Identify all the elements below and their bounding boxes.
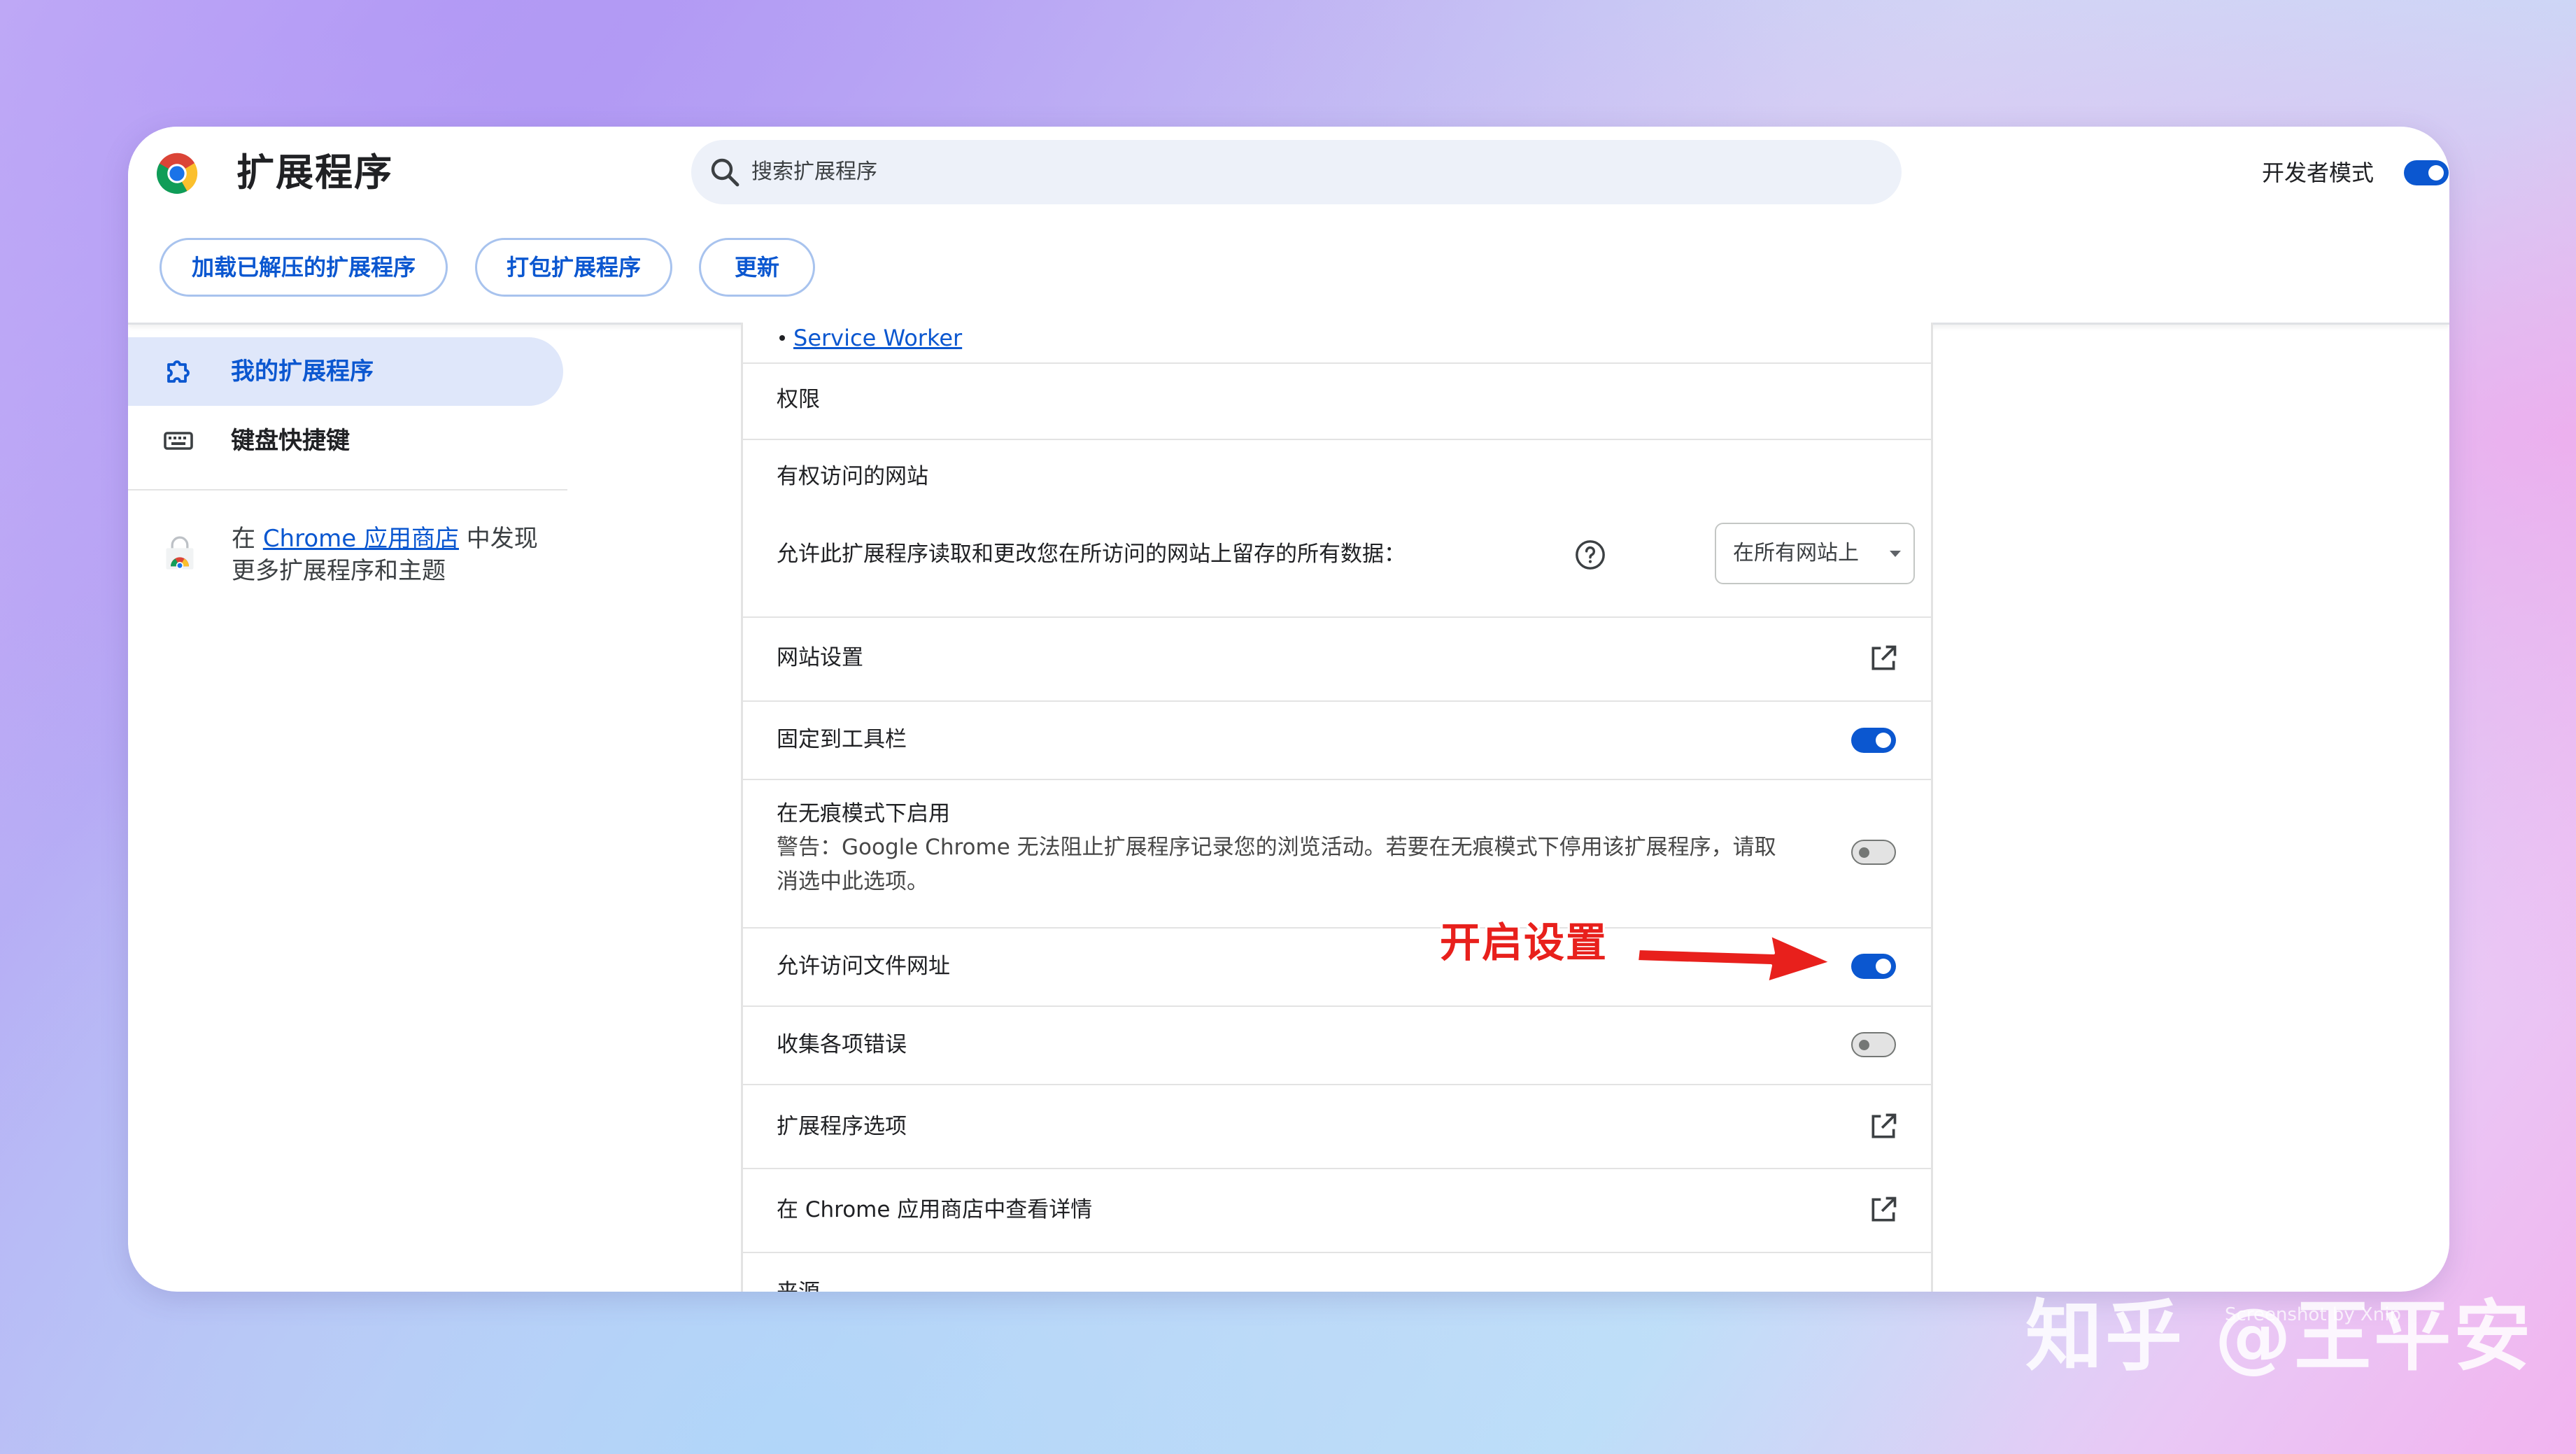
extension-icon (167, 360, 190, 383)
incognito-row: 在无痕模式下启用 警告：Google Chrome 无法阻止扩展程序记录您的浏览… (743, 779, 1931, 929)
update-button[interactable]: 更新 (699, 238, 815, 297)
permissions-label: 权限 (777, 387, 820, 412)
chrome-web-store-icon (166, 536, 194, 570)
screenshot-watermark: Screenshot by Xnip (2225, 1304, 2401, 1325)
help-icon[interactable] (1574, 539, 1606, 571)
incognito-warning: 警告：Google Chrome 无法阻止扩展程序记录您的浏览活动。若要在无痕模… (777, 831, 1847, 899)
extension-options-row[interactable]: 扩展程序选项 (743, 1084, 1931, 1169)
red-arrow-icon (1636, 933, 1833, 984)
web-store-promo: 在 Chrome 应用商店 中发现 更多扩展程序和主题 (232, 523, 553, 587)
collect-errors-row: 收集各项错误 (743, 1005, 1931, 1085)
pin-toolbar-toggle[interactable] (1851, 728, 1896, 753)
open-in-new-icon[interactable] (1868, 1111, 1899, 1142)
sidebar-item-label: 我的扩展程序 (231, 358, 374, 386)
developer-mode-label: 开发者模式 (2262, 160, 2375, 186)
annotation-label: 开启设置 (1440, 919, 1608, 966)
store-suffix: 中发现 (458, 525, 538, 553)
zhihu-watermark: 知乎 @王平安 (2025, 1292, 2534, 1381)
search-input[interactable]: 搜索扩展程序 (691, 140, 1902, 204)
chrome-logo-icon (157, 153, 198, 194)
developer-mode-toggle[interactable] (2404, 160, 2449, 185)
source-row: 来源 (743, 1252, 1931, 1292)
source-label: 来源 (777, 1277, 820, 1292)
site-access-value: 在所有网站上 (1733, 541, 1859, 565)
pack-extension-button[interactable]: 打包扩展程序 (475, 238, 672, 297)
page-header: 扩展程序 搜索扩展程序 开发者模式 加载已解压的扩展程序 打包扩展程序 更新 (128, 127, 2449, 325)
incognito-toggle[interactable] (1851, 840, 1896, 865)
keyboard-icon (164, 432, 193, 450)
search-icon (711, 158, 739, 187)
pin-toolbar-row: 固定到工具栏 (743, 700, 1931, 780)
collect-errors-label: 收集各项错误 (777, 1032, 907, 1057)
site-access-select[interactable]: 在所有网站上 (1715, 523, 1915, 584)
search-placeholder: 搜索扩展程序 (751, 160, 877, 184)
chrome-extensions-window: 扩展程序 搜索扩展程序 开发者模式 加载已解压的扩展程序 打包扩展程序 更新 我… (128, 127, 2449, 1292)
sidebar-item-my-extensions[interactable]: 我的扩展程序 (128, 337, 563, 406)
store-prefix: 在 (232, 525, 263, 553)
sidebar-divider (128, 489, 567, 490)
site-settings-label: 网站设置 (777, 645, 863, 670)
incognito-warning-line2: 消选中此选项。 (777, 869, 928, 894)
view-in-store-row[interactable]: 在 Chrome 应用商店中查看详情 (743, 1168, 1931, 1253)
view-in-store-label: 在 Chrome 应用商店中查看详情 (777, 1197, 1093, 1222)
load-unpacked-button[interactable]: 加载已解压的扩展程序 (160, 238, 448, 297)
incognito-title: 在无痕模式下启用 (777, 801, 950, 826)
site-access-row: 有权访问的网站 允许此扩展程序读取和更改您在所访问的网站上留存的所有数据： 在所… (743, 439, 1931, 618)
open-in-new-icon[interactable] (1868, 643, 1899, 674)
site-access-description: 允许此扩展程序读取和更改您在所访问的网站上留存的所有数据： (777, 542, 1406, 567)
sidebar-item-label: 键盘快捷键 (231, 427, 350, 455)
site-settings-row[interactable]: 网站设置 (743, 616, 1931, 702)
page-title: 扩展程序 (236, 150, 393, 195)
pin-toolbar-label: 固定到工具栏 (777, 727, 907, 752)
permissions-row: 权限 (743, 362, 1931, 440)
open-in-new-icon[interactable] (1868, 1194, 1899, 1225)
bullet (779, 335, 785, 341)
chrome-web-store-link[interactable]: Chrome 应用商店 (263, 525, 459, 553)
file-urls-label: 允许访问文件网址 (777, 954, 950, 979)
store-line2: 更多扩展程序和主题 (232, 557, 446, 585)
incognito-warning-line1: 警告：Google Chrome 无法阻止扩展程序记录您的浏览活动。若要在无痕模… (777, 835, 1776, 860)
sidebar-item-keyboard-shortcuts[interactable]: 键盘快捷键 (128, 407, 563, 475)
chevron-down-icon (1890, 551, 1901, 557)
file-urls-toggle[interactable] (1851, 954, 1896, 979)
collect-errors-toggle[interactable] (1851, 1032, 1896, 1057)
extension-details-card: Service Worker 权限 有权访问的网站 允许此扩展程序读取和更改您在… (741, 323, 1933, 1292)
service-worker-link[interactable]: Service Worker (793, 323, 962, 353)
extension-options-label: 扩展程序选项 (777, 1114, 907, 1139)
inspect-views-row: Service Worker (743, 323, 1931, 364)
site-access-title: 有权访问的网站 (777, 464, 928, 489)
